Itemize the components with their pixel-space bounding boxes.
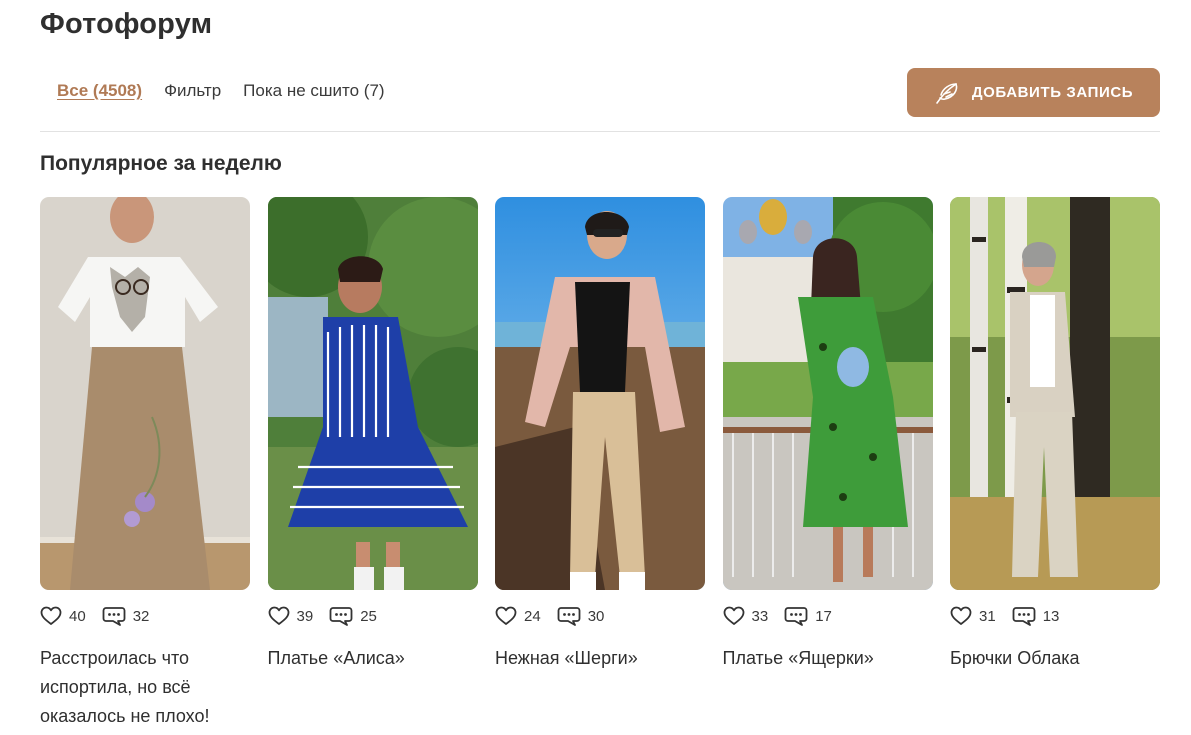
likes-count: 31 — [979, 607, 996, 625]
post-card: 40 32 Расстроилась что испортила, но всё… — [40, 197, 250, 731]
post-photo[interactable] — [40, 197, 250, 590]
section-title: Популярное за неделю — [40, 152, 282, 175]
comment-icon[interactable] — [102, 606, 133, 626]
heart-icon[interactable] — [723, 606, 752, 626]
comment-icon[interactable] — [1012, 606, 1043, 626]
heart-icon[interactable] — [495, 606, 524, 626]
page-title: Фотофорум — [40, 8, 213, 40]
post-photo[interactable] — [267, 197, 478, 590]
divider — [40, 131, 1160, 132]
comments-count: 13 — [1042, 607, 1060, 625]
add-post-label: ДОБАВИТЬ ЗАПИСЬ — [971, 84, 1134, 101]
post-title[interactable]: Расстроилась что испортила, но всё оказа… — [40, 644, 250, 731]
post-photo[interactable] — [950, 197, 1160, 590]
comment-icon[interactable] — [557, 606, 588, 626]
post-card: 31 13 Брючки Облака — [950, 197, 1160, 731]
comment-icon[interactable] — [329, 606, 360, 626]
heart-icon[interactable] — [40, 606, 69, 626]
post-photo[interactable] — [495, 197, 705, 590]
popular-cards: 40 32 Расстроилась что испортила, но всё… — [40, 197, 1160, 731]
likes-count: 24 — [524, 607, 541, 625]
post-photo[interactable] — [722, 197, 933, 590]
feather-icon — [934, 80, 972, 106]
filter-all[interactable]: Все (4508) — [57, 81, 142, 101]
heart-icon[interactable] — [268, 606, 297, 626]
post-card: 24 30 Нежная «Шерги» — [495, 197, 705, 731]
post-title[interactable]: Брючки Облака — [950, 644, 1160, 673]
likes-count: 33 — [751, 607, 769, 625]
comments-count: 25 — [360, 607, 377, 625]
comments-count: 32 — [132, 607, 150, 625]
post-title[interactable]: Нежная «Шерги» — [495, 644, 705, 673]
add-post-button[interactable]: ДОБАВИТЬ ЗАПИСЬ — [907, 68, 1160, 117]
likes-count: 39 — [296, 607, 314, 625]
filter-tabs: Все (4508) Фильтр Пока не сшито (7) — [57, 81, 407, 101]
heart-icon[interactable] — [950, 606, 979, 626]
post-title[interactable]: Платье «Алиса» — [268, 644, 478, 673]
comments-count: 17 — [815, 607, 832, 625]
filter-not-sewn[interactable]: Пока не сшито (7) — [243, 81, 384, 101]
likes-count: 40 — [69, 607, 86, 625]
comment-icon[interactable] — [784, 606, 815, 626]
filter-filter[interactable]: Фильтр — [164, 81, 221, 101]
post-card: 39 25 Платье «Алиса» — [267, 197, 478, 731]
comments-count: 30 — [587, 607, 605, 625]
post-title[interactable]: Платье «Ящерки» — [723, 644, 933, 673]
post-card: 33 17 Платье «Ящерки» — [722, 197, 933, 731]
